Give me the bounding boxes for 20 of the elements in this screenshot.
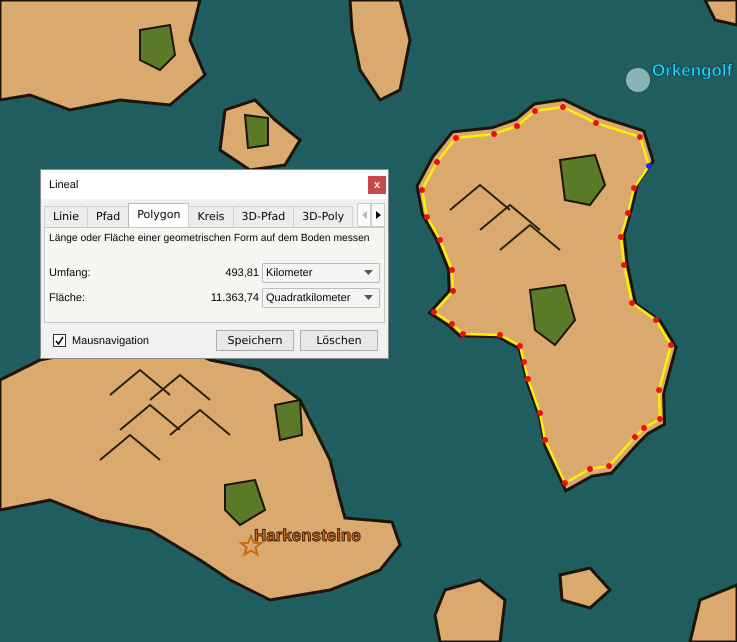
measurement-label: Umfang:: [49, 266, 92, 278]
tab[interactable]: Kreis: [188, 206, 234, 227]
tab[interactable]: 3D-Pfad: [232, 206, 294, 227]
measurement-value: 493,81: [225, 266, 259, 278]
map-label: Harkensteine: [254, 526, 361, 546]
unit-dropdown[interactable]: Kilometer: [262, 262, 380, 282]
tab[interactable]: Polygon: [128, 203, 190, 227]
dialog-button[interactable]: Speichern: [216, 330, 294, 351]
tab[interactable]: 3D-Poly: [293, 206, 354, 227]
dialog-title: Lineal: [49, 178, 78, 190]
unit-dropdown[interactable]: Quadratkilometer: [262, 288, 380, 308]
measurement-label: Fläche:: [49, 292, 86, 304]
measurement-value: 11.363,74: [210, 292, 259, 304]
dialog-button[interactable]: Löschen: [300, 330, 378, 351]
map-label: Orkengolf: [652, 61, 732, 81]
tab[interactable]: Pfad: [86, 206, 130, 227]
close-button[interactable]: x: [368, 176, 386, 194]
description-text: Länge oder Fläche einer geometrischen Form auf dem Boden messen: [49, 233, 370, 244]
checkbox-label[interactable]: Mausnavigation: [72, 334, 210, 346]
tab[interactable]: Linie: [44, 206, 88, 227]
